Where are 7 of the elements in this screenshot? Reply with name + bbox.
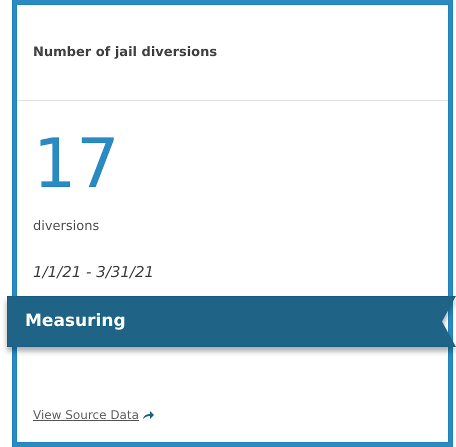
- metric-unit: diversions: [33, 218, 100, 236]
- card-title: Number of jail diversions: [33, 44, 218, 62]
- share-arrow-icon: [142, 411, 154, 419]
- date-range: 1/1/21 - 3/31/21: [33, 262, 154, 282]
- status-label: Measuring: [25, 310, 126, 333]
- source-link[interactable]: View Source Data: [33, 406, 154, 424]
- metric-value: 17: [33, 127, 120, 203]
